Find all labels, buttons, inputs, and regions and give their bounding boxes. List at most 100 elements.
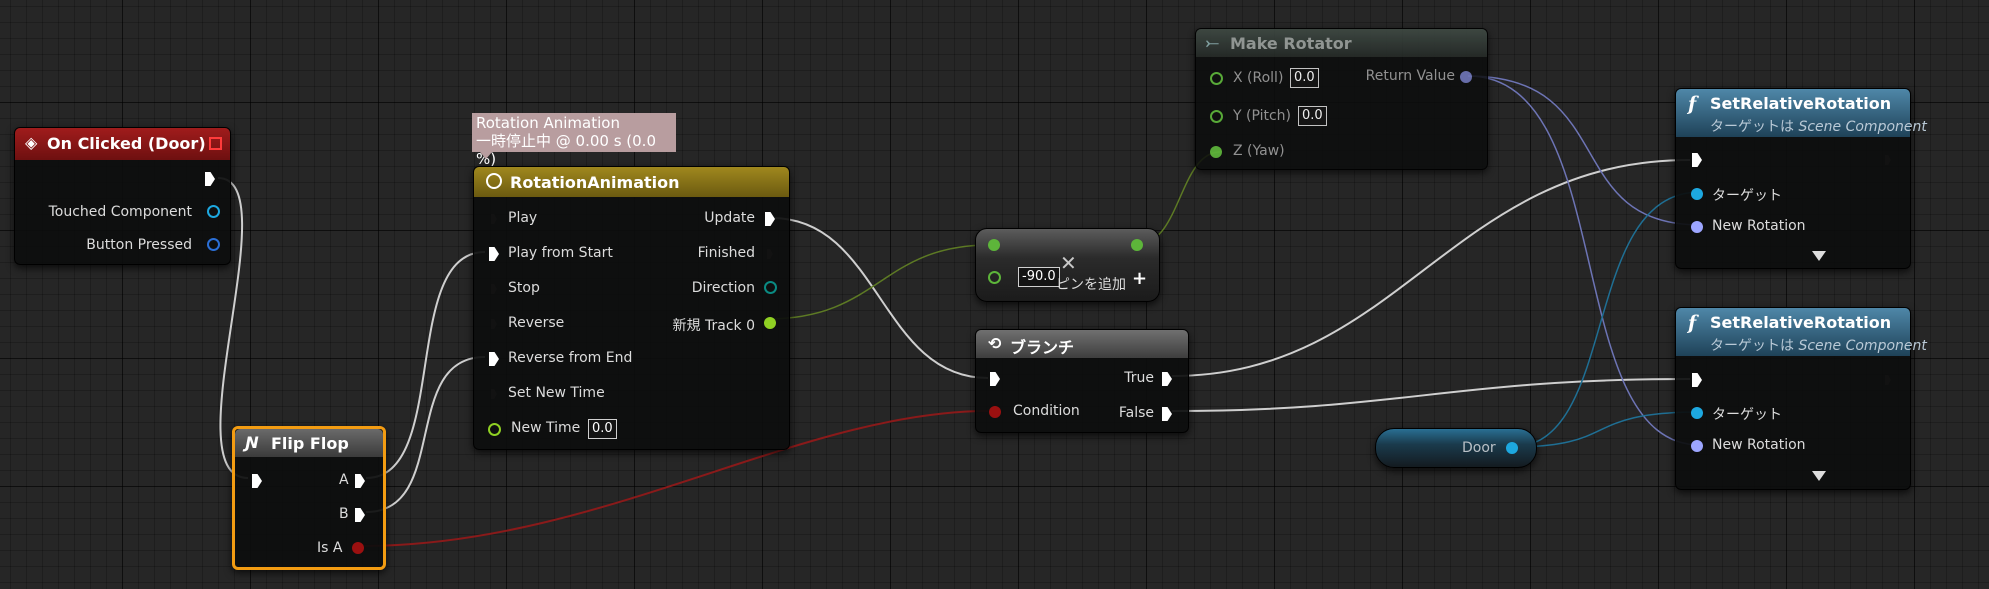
- wire-update-to-branch: [771, 217, 989, 379]
- multiply-input-b-pin[interactable]: [988, 271, 1001, 284]
- pin-z-label: Z (Yaw): [1233, 143, 1285, 159]
- x-roll-pin[interactable]: [1210, 72, 1223, 85]
- set-new-time-pin[interactable]: [489, 387, 499, 401]
- clock-icon: [486, 173, 502, 189]
- reverse-pin[interactable]: [489, 317, 499, 331]
- subtitle-target: Scene Component: [1798, 338, 1927, 354]
- pin-play-start-label: Play from Start: [508, 245, 613, 261]
- reverse-from-end-pin[interactable]: [489, 352, 499, 366]
- door-label: Door: [1462, 440, 1496, 456]
- set-relative-rotation-node-2[interactable]: f SetRelativeRotation ターゲットは Scene Compo…: [1675, 307, 1927, 490]
- pin-new-rotation-label: New Rotation: [1712, 218, 1806, 234]
- update-pin[interactable]: [765, 212, 775, 226]
- subtitle-prefix: ターゲットは: [1710, 119, 1794, 135]
- node-title: On Clicked (Door): [47, 134, 206, 153]
- false-pin[interactable]: [1162, 407, 1172, 421]
- expand-chevron-icon[interactable]: [1812, 251, 1826, 261]
- node-header: ⟲ ブランチ: [976, 330, 1188, 358]
- direction-pin[interactable]: [764, 281, 777, 294]
- on-clicked-event-node[interactable]: ◈ On Clicked (Door) Touched Component Bu…: [14, 127, 231, 265]
- node-subtitle: ターゲットは Scene Component: [1710, 116, 1927, 136]
- multiply-output-pin[interactable]: [1131, 239, 1143, 251]
- new-rotation-pin[interactable]: [1691, 221, 1703, 233]
- pin-stop-label: Stop: [508, 280, 540, 296]
- multiply-b-input[interactable]: -90.0: [1018, 267, 1060, 287]
- node-header: ◈ On Clicked (Door): [15, 128, 230, 160]
- make-rotator-node[interactable]: ⤚ Make Rotator X (Roll) 0.0 Y (Pitch) 0.…: [1195, 28, 1488, 170]
- wire-door-to-target2: [1511, 411, 1701, 448]
- pin-false-label: False: [1118, 405, 1154, 421]
- touched-component-pin[interactable]: [207, 205, 220, 218]
- comment-line1: Rotation Animation: [476, 114, 620, 132]
- y-pitch-input[interactable]: 0.0: [1298, 106, 1327, 126]
- track-pin[interactable]: [764, 317, 776, 329]
- pin-button-pressed: Button Pressed: [86, 237, 192, 253]
- z-yaw-pin[interactable]: [1210, 146, 1222, 158]
- exec-out-pin[interactable]: [1883, 373, 1893, 387]
- multiply-icon: ✕: [1060, 251, 1077, 275]
- exec-out-pin[interactable]: [205, 172, 215, 186]
- subtitle-prefix: ターゲットは: [1710, 338, 1794, 354]
- pin-reverse-end-label: Reverse from End: [508, 350, 633, 366]
- exec-in-pin[interactable]: [1692, 153, 1702, 167]
- plus-icon[interactable]: +: [1132, 268, 1147, 289]
- node-header: f SetRelativeRotation ターゲットは Scene Compo…: [1676, 89, 1927, 137]
- true-pin[interactable]: [1162, 372, 1172, 386]
- wire-return-to-rot1: [1467, 75, 1701, 226]
- return-value-pin[interactable]: [1460, 71, 1472, 83]
- x-roll-input[interactable]: 0.0: [1290, 68, 1319, 88]
- branch-exec-in-pin[interactable]: [990, 372, 1000, 386]
- condition-pin[interactable]: [989, 406, 1001, 418]
- branch-node[interactable]: ⟲ ブランチ True Condition False: [975, 329, 1189, 433]
- finished-pin[interactable]: [765, 247, 775, 261]
- node-title: RotationAnimation: [510, 173, 680, 192]
- y-pitch-pin[interactable]: [1210, 110, 1223, 123]
- stop-pin[interactable]: [489, 282, 499, 296]
- pin-true-label: True: [1124, 370, 1154, 386]
- node-header: RotationAnimation: [474, 167, 789, 197]
- subtitle-target: Scene Component: [1798, 119, 1927, 135]
- branch-icon: ⟲: [988, 334, 1002, 353]
- pin-update-label: Update: [704, 210, 755, 226]
- multiply-node[interactable]: -90.0 ✕ ピンを追加 +: [975, 228, 1160, 302]
- pin-target-label: ターゲット: [1712, 188, 1782, 204]
- set-relative-rotation-node-1[interactable]: f SetRelativeRotation ターゲットは Scene Compo…: [1675, 88, 1927, 269]
- expand-chevron-icon[interactable]: [1812, 471, 1826, 481]
- wire-track-to-multiply: [766, 244, 991, 320]
- add-pin-label[interactable]: ピンを追加: [1056, 274, 1126, 294]
- timeline-node[interactable]: RotationAnimation Play Play from Start S…: [473, 166, 790, 450]
- exec-out-a-pin[interactable]: [355, 474, 365, 488]
- pin-y-label: Y (Pitch): [1233, 108, 1292, 124]
- make-struct-icon: ⤚: [1206, 33, 1219, 52]
- exec-in-pin[interactable]: [1692, 373, 1702, 387]
- timeline-comment: Rotation Animation 一時停止中 @ 0.00 s (0.0 %…: [472, 113, 676, 168]
- pin-b-label: B: [339, 506, 349, 522]
- delegate-icon[interactable]: [209, 137, 222, 150]
- pin-touched-component: Touched Component: [48, 204, 192, 220]
- pin-target-label: ターゲット: [1712, 407, 1782, 423]
- new-time-pin[interactable]: [488, 423, 501, 436]
- play-pin[interactable]: [489, 212, 499, 226]
- multiply-input-a-pin[interactable]: [988, 239, 1000, 251]
- target-pin[interactable]: [1691, 188, 1703, 200]
- new-time-input[interactable]: 0.0: [588, 419, 617, 439]
- door-variable-node[interactable]: Door: [1375, 428, 1537, 468]
- exec-out-b-pin[interactable]: [355, 508, 365, 522]
- exec-in-pin[interactable]: [252, 474, 262, 488]
- node-title: Flip Flop: [271, 434, 349, 453]
- wire-return-to-rot2: [1467, 75, 1701, 446]
- button-pressed-pin[interactable]: [207, 238, 220, 251]
- new-rotation-pin[interactable]: [1691, 440, 1703, 452]
- wire-door-to-target1: [1511, 191, 1701, 448]
- pin-direction-label: Direction: [691, 280, 755, 296]
- flipflop-node[interactable]: Ɲ Flip Flop A B Is A: [232, 426, 386, 570]
- is-a-pin[interactable]: [352, 542, 364, 554]
- exec-out-pin[interactable]: [1883, 153, 1893, 167]
- pin-x-label: X (Roll): [1233, 70, 1284, 86]
- play-from-start-pin[interactable]: [489, 247, 499, 261]
- wire-true-to-setrot1: [1171, 159, 1691, 377]
- function-icon: f: [1688, 312, 1697, 334]
- pin-new-time-label: New Time: [511, 420, 581, 436]
- door-output-pin[interactable]: [1506, 442, 1518, 454]
- target-pin[interactable]: [1691, 407, 1703, 419]
